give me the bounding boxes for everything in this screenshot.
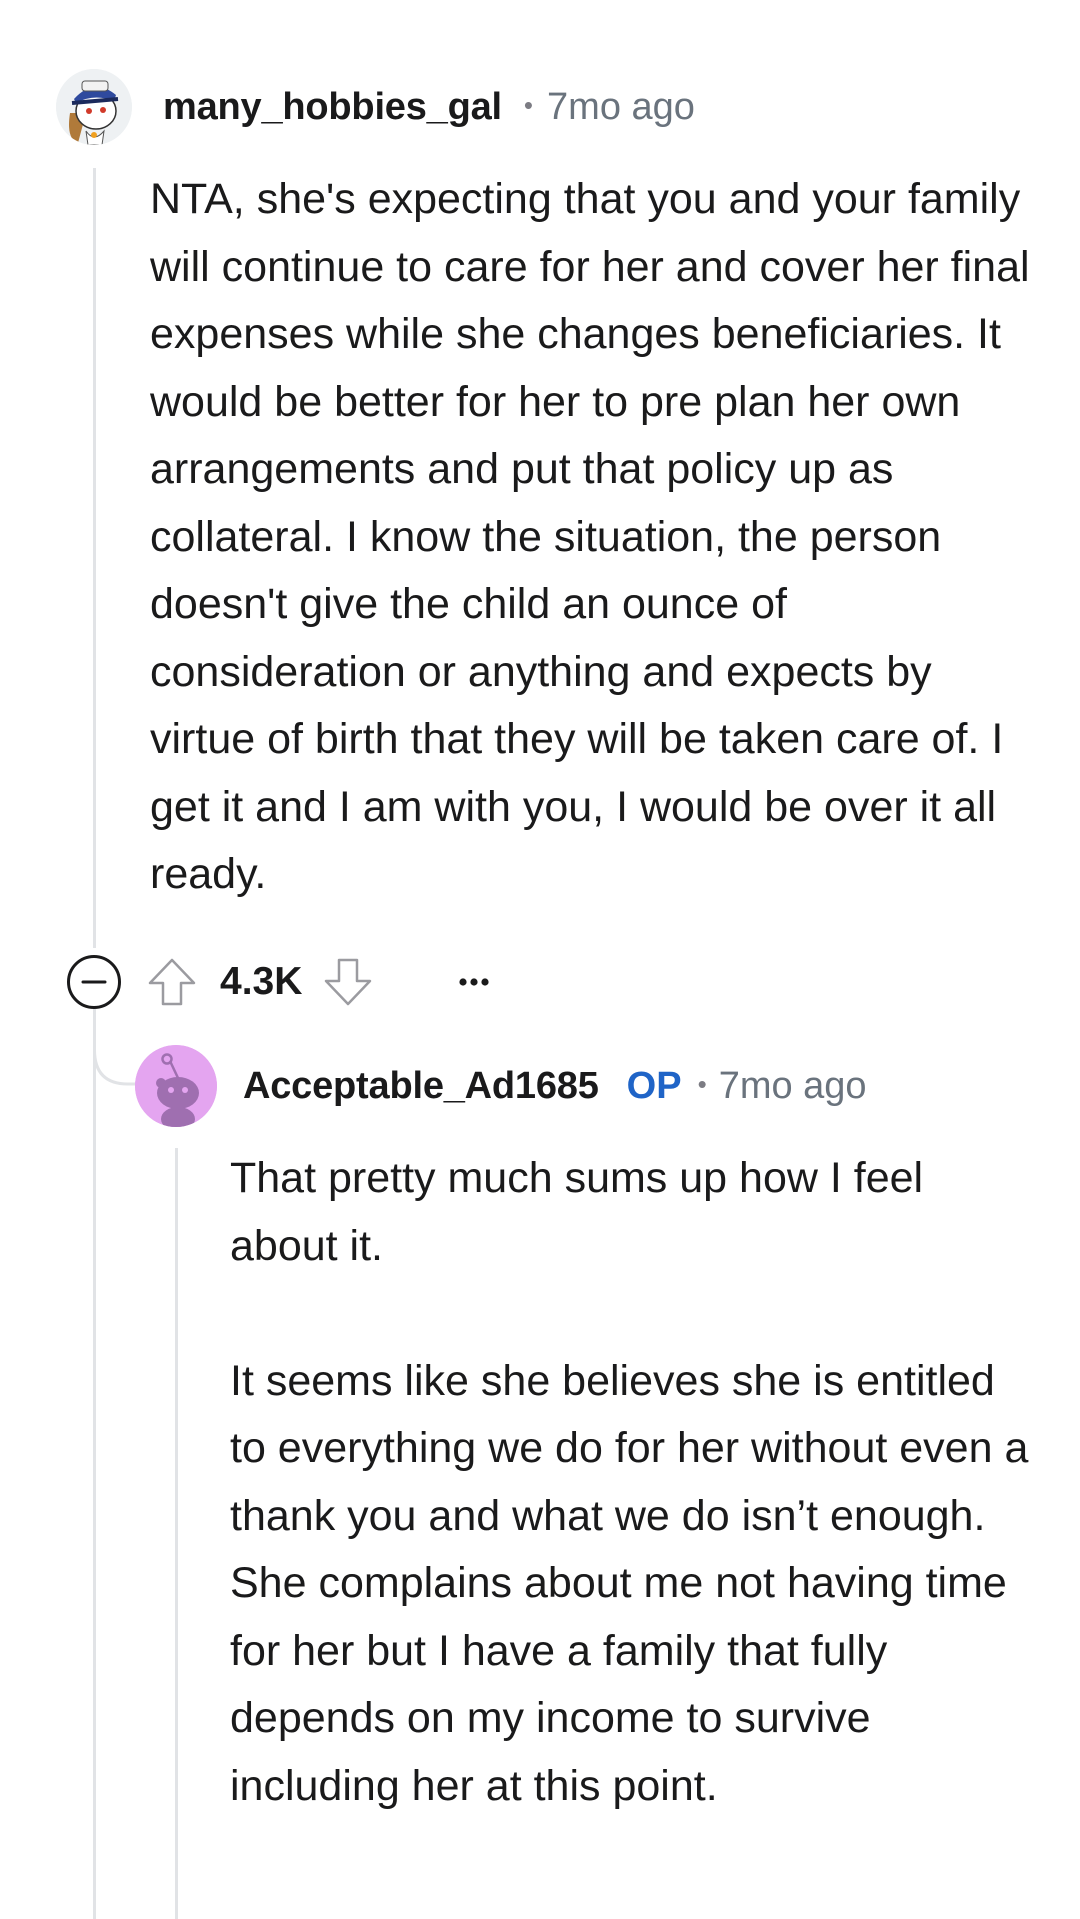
vote-count: 4.3K: [220, 960, 303, 1003]
reply-username[interactable]: Acceptable_Ad1685: [243, 1065, 599, 1108]
snoo-avatar-sailor-icon: [56, 69, 132, 145]
reply-paragraph: That pretty much sums up how I feel abou…: [230, 1154, 924, 1270]
thread-line-main-continued[interactable]: [93, 1010, 96, 1919]
collapse-minus-icon[interactable]: [66, 954, 122, 1010]
snoo-avatar-default-icon: [135, 1045, 217, 1127]
thread-connector: [93, 1000, 138, 1086]
thread-line-main[interactable]: [93, 168, 96, 948]
comment-actions: 4.3K: [66, 954, 498, 1010]
reply-meta: Acceptable_Ad1685 OP • 7mo ago: [243, 1061, 867, 1111]
reply-body: That pretty much sums up how I feel abou…: [230, 1145, 1030, 1820]
reply-paragraph: It seems like she believes she is entitl…: [230, 1356, 1029, 1810]
op-badge: OP: [626, 1064, 682, 1107]
reply-timestamp: 7mo ago: [718, 1064, 867, 1107]
separator-dot: •: [523, 89, 534, 120]
comment-text: NTA, she's expecting that you and your f…: [150, 175, 1030, 898]
separator-dot: •: [697, 1068, 707, 1099]
more-options-icon[interactable]: [450, 962, 498, 1002]
comment-meta: many_hobbies_gal • 7mo ago: [163, 82, 695, 132]
user-avatar[interactable]: [56, 69, 132, 145]
downvote-arrow-icon[interactable]: [322, 956, 374, 1008]
timestamp: 7mo ago: [547, 85, 695, 128]
username[interactable]: many_hobbies_gal: [163, 86, 502, 129]
reply-user-avatar[interactable]: [135, 1045, 217, 1127]
upvote-arrow-icon[interactable]: [146, 956, 198, 1008]
comment-body: NTA, she's expecting that you and your f…: [150, 166, 1030, 909]
thread-line-reply[interactable]: [175, 1148, 178, 1919]
